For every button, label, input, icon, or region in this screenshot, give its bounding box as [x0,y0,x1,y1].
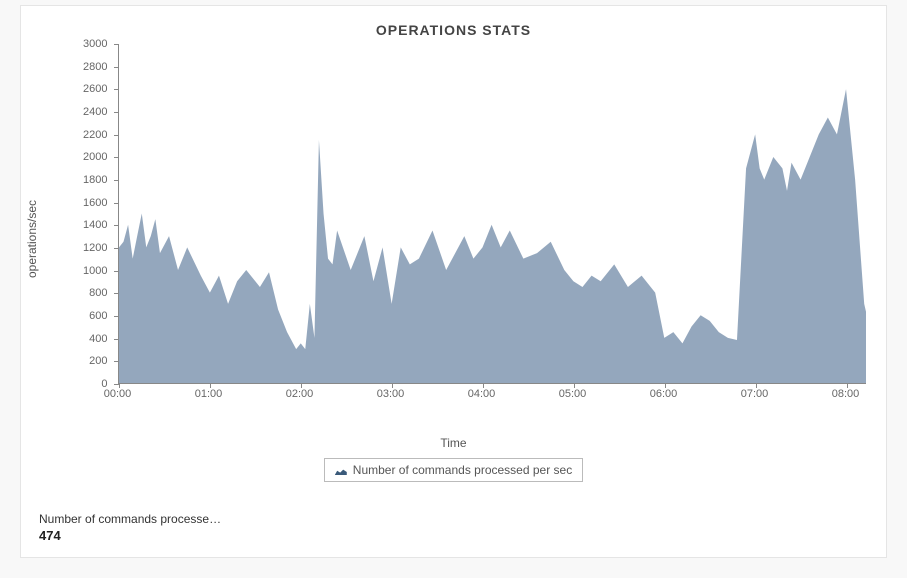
stat-summary: Number of commands processe… 474 [39,512,876,543]
x-tick-label: 00:00 [104,388,132,400]
stat-summary-value: 474 [39,528,876,543]
x-tick-label: 05:00 [559,388,587,400]
chart-title: OPERATIONS STATS [31,22,876,38]
area-svg [119,44,866,383]
y-tick-label: 1200 [64,242,108,254]
legend[interactable]: Number of commands processed per sec [324,458,583,482]
y-tick-label: 1000 [64,265,108,277]
y-axis-label: operations/sec [25,200,39,278]
x-tick-label: 01:00 [195,388,223,400]
legend-text: Number of commands processed per sec [353,463,572,477]
x-tick-label: 07:00 [741,388,769,400]
chart-panel: OPERATIONS STATS operations/sec 0 200 400 6… [20,5,887,558]
x-tick-label: 04:00 [468,388,496,400]
y-tick-label: 0 [64,378,108,390]
x-tick-label: 02:00 [286,388,314,400]
legend-marker-icon [335,465,347,475]
y-tick-label: 1600 [64,197,108,209]
y-tick-label: 600 [64,310,108,322]
y-tick-label: 1400 [64,219,108,231]
y-tick-label: 2400 [64,106,108,118]
y-tick-label: 2800 [64,61,108,73]
y-tick-label: 2000 [64,151,108,163]
y-tick-label: 1800 [64,174,108,186]
x-tick-label: 08:00 [832,388,860,400]
stat-summary-label: Number of commands processe… [39,512,239,526]
x-tick-label: 03:00 [377,388,405,400]
y-tick-label: 2200 [64,129,108,141]
y-tick-label: 200 [64,355,108,367]
x-axis-ticks: 00:0001:0002:0003:0004:0005:0006:0007:00… [118,388,866,404]
y-tick-label: 800 [64,287,108,299]
y-tick-label: 3000 [64,38,108,50]
x-axis-label: Time [31,436,876,450]
area-series [119,89,866,383]
plot-area[interactable] [118,44,866,384]
y-axis-ticks: 0200400600800100012001400160018002000220… [64,44,114,384]
plot-frame: operations/sec 0200400600800100012001400… [34,44,874,434]
y-tick-label: 2600 [64,83,108,95]
y-tick-label: 400 [64,333,108,345]
x-tick-label: 06:00 [650,388,678,400]
